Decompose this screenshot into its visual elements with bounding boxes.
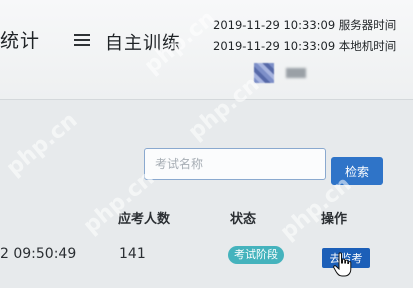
row-count: 141 bbox=[119, 246, 146, 262]
user-menu[interactable] bbox=[254, 63, 314, 83]
username-redacted bbox=[286, 68, 306, 78]
server-time: 2019-11-29 10:33:09 服务器时间 bbox=[213, 18, 397, 32]
search-button[interactable]: 检索 bbox=[331, 157, 383, 185]
main-content: 检索 应考人数 状态 操作 2 09:50:49 141 考试阶段 去监考 bbox=[0, 100, 413, 288]
column-header-action: 操作 bbox=[321, 212, 348, 227]
column-header-count: 应考人数 bbox=[118, 212, 171, 227]
hand-cursor-icon bbox=[333, 252, 352, 277]
avatar[interactable] bbox=[254, 63, 274, 83]
nav-left-label[interactable]: 统计 bbox=[0, 26, 40, 53]
column-header-status: 状态 bbox=[230, 212, 257, 227]
row-time: 2 09:50:49 bbox=[0, 246, 77, 262]
local-time: 2019-11-29 10:33:09 本地机时间 bbox=[213, 39, 397, 53]
status-badge: 考试阶段 bbox=[228, 246, 284, 264]
page-title: 自主训练 bbox=[105, 33, 181, 54]
search-input[interactable] bbox=[144, 148, 326, 180]
top-bar: 统计 自主训练 2019-11-29 10:33:09 服务器时间 2019-1… bbox=[0, 0, 413, 100]
menu-icon[interactable] bbox=[74, 34, 90, 46]
